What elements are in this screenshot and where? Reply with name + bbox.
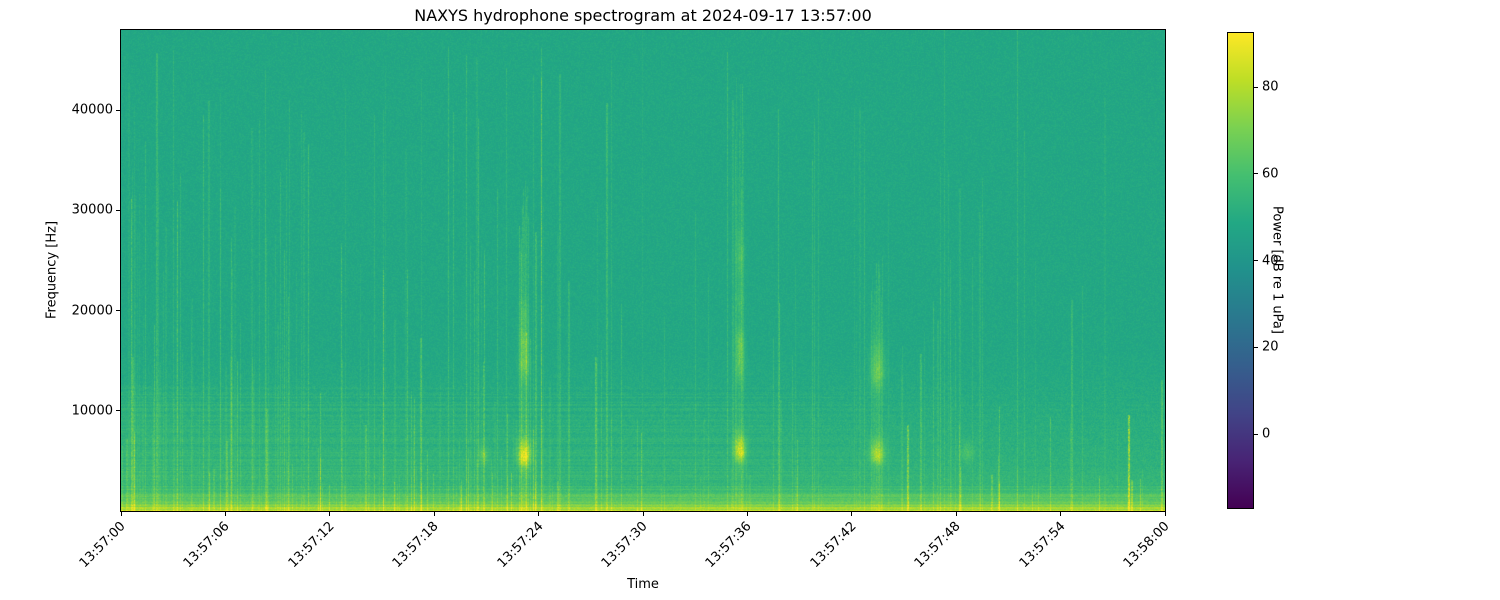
colorbar-tick-mark <box>1254 346 1258 348</box>
colorbar-label: Power [dB re 1 uPa] <box>1269 206 1285 334</box>
x-tick-mark <box>538 512 540 516</box>
colorbar-tick-label: 80 <box>1262 79 1279 95</box>
x-tick-label: 13:57:00 <box>76 519 129 571</box>
colorbar-tick-mark <box>1254 173 1258 175</box>
x-axis-label: Time <box>627 577 659 592</box>
x-tick-label: 13:57:18 <box>389 519 442 571</box>
x-tick-mark <box>955 512 957 516</box>
x-tick-mark <box>642 512 644 516</box>
y-tick-label: 30000 <box>71 202 113 218</box>
spectrogram-figure: NAXYS hydrophone spectrogram at 2024-09-… <box>0 0 1500 600</box>
x-tick-mark <box>224 512 226 516</box>
colorbar <box>1227 32 1254 509</box>
colorbar-tick-label: 0 <box>1262 426 1271 442</box>
colorbar-tick-mark <box>1254 86 1258 88</box>
x-tick-label: 13:57:54 <box>1016 519 1069 571</box>
y-tick-label: 40000 <box>71 102 113 118</box>
x-tick-label: 13:57:36 <box>703 519 755 571</box>
x-tick-label: 13:57:12 <box>285 519 338 571</box>
plot-area <box>120 29 1166 512</box>
colorbar-tick-label: 60 <box>1262 166 1279 182</box>
x-tick-mark <box>851 512 853 516</box>
y-tick-mark <box>116 109 120 111</box>
x-tick-label: 13:57:42 <box>807 519 860 571</box>
x-tick-label: 13:58:00 <box>1120 519 1173 571</box>
colorbar-tick-mark <box>1254 433 1258 435</box>
x-tick-mark <box>120 512 122 516</box>
y-tick-mark <box>116 310 120 312</box>
x-tick-mark <box>746 512 748 516</box>
x-tick-mark <box>329 512 331 516</box>
y-tick-label: 10000 <box>71 403 113 419</box>
x-tick-label: 13:57:48 <box>911 519 964 571</box>
x-tick-label: 13:57:06 <box>181 519 233 571</box>
x-tick-mark <box>433 512 435 516</box>
colorbar-tick-label: 20 <box>1262 339 1279 355</box>
y-tick-mark <box>116 209 120 211</box>
x-tick-mark <box>1164 512 1166 516</box>
x-tick-mark <box>1060 512 1062 516</box>
spectrogram-image <box>121 30 1165 511</box>
y-tick-label: 20000 <box>71 303 113 319</box>
y-tick-mark <box>116 410 120 412</box>
colorbar-tick-mark <box>1254 260 1258 262</box>
x-tick-label: 13:57:24 <box>494 519 547 571</box>
plot-title: NAXYS hydrophone spectrogram at 2024-09-… <box>414 6 872 25</box>
